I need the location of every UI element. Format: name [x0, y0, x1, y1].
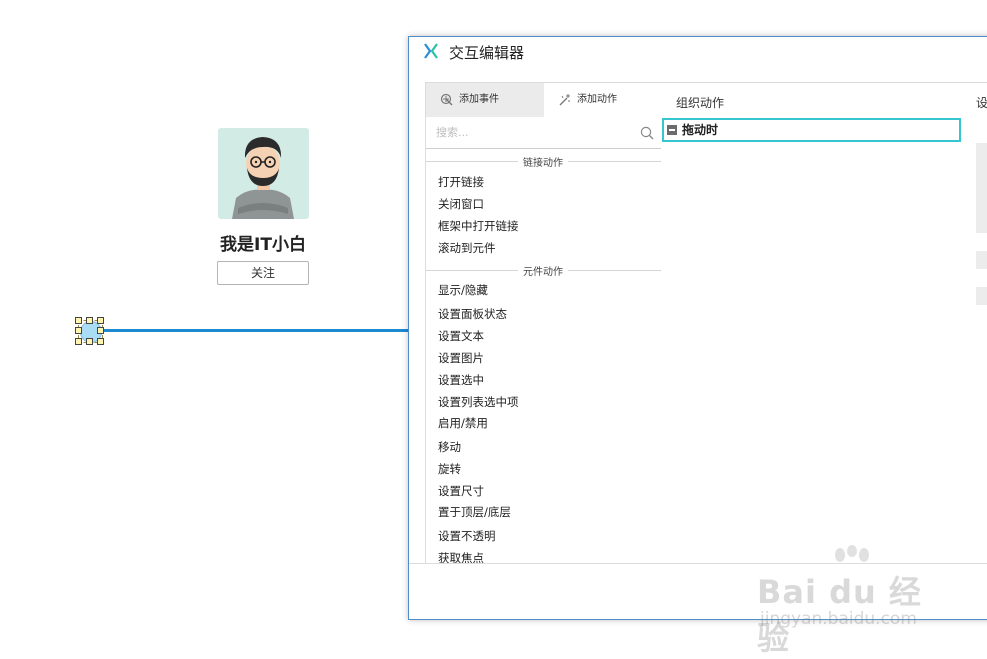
drag-track-line [96, 329, 409, 332]
case-label: 拖动时 [682, 123, 719, 137]
search-icon[interactable] [640, 126, 654, 140]
tab-add-action-label: 添加动作 [577, 94, 617, 105]
organize-actions-header: 组织动作 [676, 96, 725, 110]
axure-logo-icon [424, 43, 438, 59]
action-set-image[interactable]: 设置图片 [438, 350, 484, 366]
action-set-panel-state[interactable]: 设置面板状态 [438, 306, 507, 322]
resize-handle-right[interactable] [97, 327, 104, 334]
add-action-icon [559, 94, 570, 106]
avatar [218, 128, 309, 219]
tab-add-event-label: 添加事件 [459, 94, 499, 105]
section-label: 链接动作 [523, 158, 563, 169]
tab-add-event[interactable]: 添加事件 [426, 83, 544, 117]
section-link-actions: 链接动作 [426, 154, 662, 169]
action-set-text[interactable]: 设置文本 [438, 328, 484, 344]
action-set-selected[interactable]: 设置选中 [438, 372, 484, 388]
cartoon-avatar-icon [232, 137, 294, 219]
interaction-editor-dialog: 交互编辑器 添加事件 添加动作 搜索... 链接动作 打开链接 关闭窗口 框架中… [408, 36, 987, 620]
action-show-hide[interactable]: 显示/隐藏 [438, 282, 488, 298]
search-box [426, 117, 662, 149]
collapse-icon[interactable] [667, 125, 677, 135]
action-focus[interactable]: 获取焦点 [438, 550, 484, 564]
search-input[interactable] [436, 123, 626, 141]
action-move[interactable]: 移动 [438, 439, 461, 455]
section-widget-actions: 元件动作 [426, 263, 662, 278]
resize-handle-top-left[interactable] [75, 317, 82, 324]
organize-actions-panel: 组织动作 拖动时 [661, 82, 962, 564]
resize-handle-bottom-right[interactable] [97, 338, 104, 345]
resize-handle-bottom[interactable] [86, 338, 93, 345]
action-set-size[interactable]: 设置尺寸 [438, 483, 484, 499]
case-on-drag[interactable]: 拖动时 [662, 118, 961, 142]
action-open-link-in-frame[interactable]: 框架中打开链接 [438, 218, 519, 234]
add-event-icon [440, 93, 453, 106]
baidu-jingyan-watermark: Bai du 经验 jingyan.baidu.com [752, 545, 942, 657]
action-bring-front-back[interactable]: 置于顶层/底层 [438, 504, 511, 520]
action-set-opacity[interactable]: 设置不透明 [438, 528, 496, 544]
watermark-url: jingyan.baidu.com [760, 609, 917, 629]
resize-handle-top[interactable] [86, 317, 93, 324]
username-label: 我是IT小白 [220, 235, 306, 255]
action-close-window[interactable]: 关闭窗口 [438, 196, 484, 212]
configure-actions-header: 设 [976, 96, 987, 110]
action-rotate[interactable]: 旋转 [438, 461, 461, 477]
action-scroll-to-widget[interactable]: 滚动到元件 [438, 240, 496, 256]
config-placeholder-row [976, 251, 987, 269]
resize-handle-top-right[interactable] [97, 317, 104, 324]
tab-add-action[interactable]: 添加动作 [544, 83, 662, 117]
dialog-titlebar[interactable]: 交互编辑器 [409, 37, 987, 67]
follow-button[interactable]: 关注 [217, 261, 309, 285]
config-placeholder-row [976, 287, 987, 305]
action-set-list-selected[interactable]: 设置列表选中项 [438, 394, 519, 410]
dialog-title: 交互编辑器 [449, 44, 525, 62]
action-enable-disable[interactable]: 启用/禁用 [438, 415, 488, 431]
action-open-link[interactable]: 打开链接 [438, 174, 484, 190]
configure-actions-panel: 设 [961, 82, 987, 564]
action-library-panel: 添加事件 添加动作 链接动作 打开链接 关闭窗口 框架中打开链接 滚动到元件 [425, 82, 663, 564]
config-placeholder-block [976, 143, 987, 233]
section-label: 元件动作 [523, 267, 563, 278]
resize-handle-left[interactable] [75, 327, 82, 334]
resize-handle-bottom-left[interactable] [75, 338, 82, 345]
